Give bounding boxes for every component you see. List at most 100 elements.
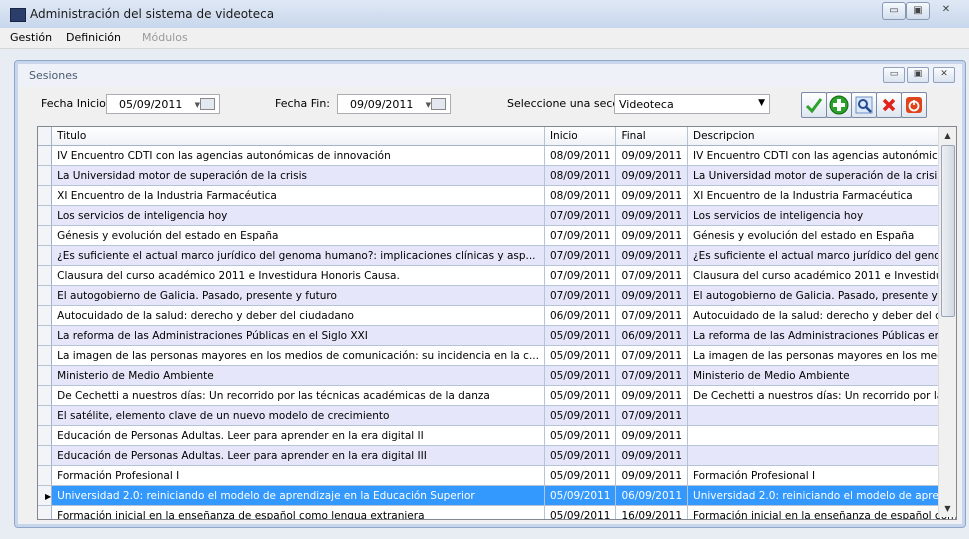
exit-button[interactable] [901,92,927,118]
table-row[interactable]: Ministerio de Medio Ambiente 05/09/2011 07… [38,365,956,386]
table-row[interactable]: La reforma de las Administraciones Públi… [38,325,956,346]
table-row[interactable]: Formación inicial en la enseñanza de esp… [38,505,956,519]
cell-descripcion[interactable]: Clausura del curso académico 2011 e Inve… [687,265,956,286]
cell-final[interactable]: 09/09/2011 [615,245,689,266]
add-button[interactable] [826,92,852,118]
row-header[interactable] [38,305,53,326]
table-row[interactable]: El autogobierno de Galicia. Pasado, pres… [38,285,956,306]
seccion-select[interactable]: Videoteca ▼ [614,94,770,114]
cell-descripcion[interactable]: La imagen de las personas mayores en los… [687,345,956,366]
cell-final[interactable]: 09/09/2011 [615,165,689,186]
cell-inicio[interactable]: 08/09/2011 [544,185,617,206]
row-header[interactable] [38,405,53,426]
cell-titulo[interactable]: Los servicios de inteligencia hoy [51,205,545,226]
row-header[interactable] [38,345,53,366]
table-row[interactable]: De Cechetti a nuestros días: Un recorrid… [38,385,956,406]
table-row[interactable]: Educación de Personas Adultas. Leer para… [38,425,956,446]
row-header[interactable]: ▶ [38,485,53,506]
cell-inicio[interactable]: 05/09/2011 [544,505,617,519]
cell-final[interactable]: 07/09/2011 [615,265,689,286]
cell-final[interactable]: 06/09/2011 [615,325,689,346]
column-header-inicio[interactable]: Inicio [544,127,617,146]
cell-titulo[interactable]: Ministerio de Medio Ambiente [51,365,545,386]
cell-inicio[interactable]: 07/09/2011 [544,285,617,306]
child-maximize-button[interactable]: ▣ [907,67,929,83]
sesiones-grid[interactable]: Titulo Inicio Final Descripcion IV Encue… [37,126,957,520]
row-header[interactable] [38,225,53,246]
child-close-button[interactable]: ✕ [933,67,955,83]
cell-descripcion[interactable]: Los servicios de inteligencia hoy [687,205,956,226]
cell-final[interactable]: 09/09/2011 [615,445,689,466]
cell-titulo[interactable]: Formación Profesional I [51,465,545,486]
cell-titulo[interactable]: ¿Es suficiente el actual marco jurídico … [51,245,545,266]
cell-inicio[interactable]: 05/09/2011 [544,405,617,426]
menu-definicion[interactable]: Definición [66,31,121,44]
cell-descripcion[interactable]: La Universidad motor de superación de la… [687,165,956,186]
cell-final[interactable]: 09/09/2011 [615,385,689,406]
cell-descripcion[interactable]: XI Encuentro de la Industria Farmacéutic… [687,185,956,206]
cell-inicio[interactable]: 05/09/2011 [544,325,617,346]
cell-inicio[interactable]: 05/09/2011 [544,345,617,366]
row-header[interactable] [38,445,53,466]
cell-inicio[interactable]: 05/09/2011 [544,425,617,446]
row-header[interactable] [38,165,53,186]
table-row[interactable]: Génesis y evolución del estado en España… [38,225,956,246]
cell-final[interactable]: 09/09/2011 [615,185,689,206]
cell-descripcion[interactable]: Universidad 2.0: reiniciando el modelo d… [687,485,956,506]
row-header[interactable] [38,185,53,206]
row-header[interactable] [38,365,53,386]
cell-final[interactable]: 09/09/2011 [615,425,689,446]
scroll-thumb[interactable] [941,145,955,317]
cell-titulo[interactable]: Universidad 2.0: reiniciando el modelo d… [51,485,545,506]
row-header[interactable] [38,205,53,226]
cell-inicio[interactable]: 05/09/2011 [544,465,617,486]
cell-inicio[interactable]: 08/09/2011 [544,145,617,166]
cell-final[interactable]: 09/09/2011 [615,145,689,166]
row-header[interactable] [38,285,53,306]
minimize-button[interactable]: ▭ [882,2,906,20]
cell-titulo[interactable]: De Cechetti a nuestros días: Un recorrid… [51,385,545,406]
cell-final[interactable]: 09/09/2011 [615,205,689,226]
cell-final[interactable]: 16/09/2011 [615,505,689,519]
cell-descripcion[interactable]: Formación inicial en la enseñanza de esp… [687,505,956,519]
table-row[interactable]: Los servicios de inteligencia hoy 07/09/2… [38,205,956,226]
table-row[interactable]: La imagen de las personas mayores en los… [38,345,956,366]
cell-descripcion[interactable] [687,445,956,466]
cell-final[interactable]: 06/09/2011 [615,485,689,506]
calendar-icon[interactable] [200,98,215,110]
cell-titulo[interactable]: El satélite, elemento clave de un nuevo … [51,405,545,426]
cell-titulo[interactable]: Clausura del curso académico 2011 e Inve… [51,265,545,286]
cell-titulo[interactable]: La Universidad motor de superación de la… [51,165,545,186]
cell-descripcion[interactable]: El autogobierno de Galicia. Pasado, pres… [687,285,956,306]
table-row[interactable]: ¿Es suficiente el actual marco jurídico … [38,245,956,266]
cell-final[interactable]: 07/09/2011 [615,345,689,366]
search-button[interactable] [851,92,877,118]
scroll-down-icon[interactable]: ▼ [939,500,956,517]
cell-descripcion[interactable]: Ministerio de Medio Ambiente [687,365,956,386]
table-row[interactable]: Formación Profesional I 05/09/2011 09/09/2… [38,465,956,486]
scroll-up-icon[interactable]: ▲ [939,127,956,144]
cell-titulo[interactable]: XI Encuentro de la Industria Farmacéutic… [51,185,545,206]
column-header-titulo[interactable]: Titulo [51,127,545,146]
table-row[interactable]: ▶ Universidad 2.0: reiniciando el modelo … [38,485,956,506]
table-row[interactable]: El satélite, elemento clave de un nuevo … [38,405,956,426]
row-header[interactable] [38,465,53,486]
cell-titulo[interactable]: Educación de Personas Adultas. Leer para… [51,445,545,466]
row-header[interactable] [38,325,53,346]
table-row[interactable]: La Universidad motor de superación de la… [38,165,956,186]
cell-final[interactable]: 09/09/2011 [615,225,689,246]
maximize-button[interactable]: ▣ [906,2,930,20]
accept-button[interactable] [801,92,827,118]
cell-final[interactable]: 09/09/2011 [615,285,689,306]
table-row[interactable]: IV Encuentro CDTI con las agencias auton… [38,145,956,166]
cell-descripcion[interactable]: IV Encuentro CDTI con las agencias auton… [687,145,956,166]
close-button[interactable]: ✕ [932,2,960,18]
column-header-final[interactable]: Final [615,127,689,146]
calendar-icon[interactable] [431,98,446,110]
row-header[interactable] [38,145,53,166]
cell-inicio[interactable]: 08/09/2011 [544,165,617,186]
cell-inicio[interactable]: 05/09/2011 [544,385,617,406]
row-header[interactable] [38,385,53,406]
cell-final[interactable]: 07/09/2011 [615,405,689,426]
menu-gestion[interactable]: Gestión [10,31,52,44]
